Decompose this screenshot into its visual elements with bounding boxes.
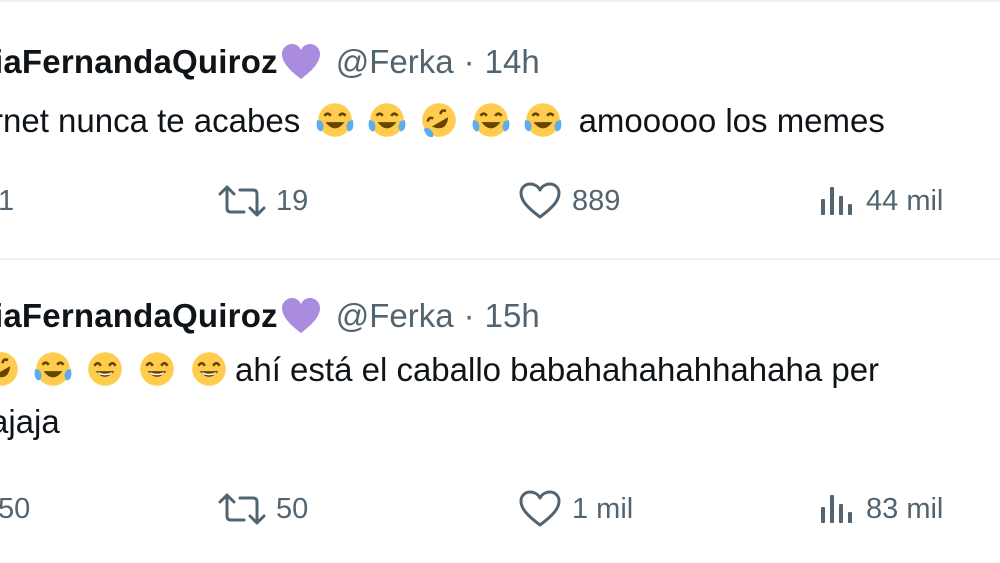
timestamp[interactable]: 15h xyxy=(485,296,540,336)
retweet-button[interactable]: 19 xyxy=(218,176,308,226)
views-icon xyxy=(821,495,852,523)
timestamp[interactable]: 14h xyxy=(485,42,540,82)
tears-of-joy-emoji-icon xyxy=(369,103,406,138)
tweet-text: ahí está el caballo babahahahahhahaha pe… xyxy=(0,344,879,396)
tweet-feed: iaFernandaQuiroz @Ferka · 14h rnet nunca… xyxy=(0,0,1000,563)
tweet-text-part: rnet nunca te acabes xyxy=(0,102,301,139)
handle[interactable]: @Ferka xyxy=(336,296,454,336)
grinning-squinting-emoji-icon xyxy=(88,352,122,387)
tweet[interactable]: iaFernandaQuiroz @Ferka · 15h ahí está e… xyxy=(0,260,1000,563)
reply-button[interactable]: 1 xyxy=(0,176,14,226)
rolling-laughing-emoji-icon xyxy=(0,352,18,387)
views-icon xyxy=(821,187,852,215)
reply-count: 1 xyxy=(0,184,15,217)
like-icon xyxy=(519,490,561,527)
like-icon xyxy=(519,182,561,219)
tears-of-joy-emoji-icon xyxy=(317,103,354,138)
tears-of-joy-emoji-icon xyxy=(525,103,562,138)
tweet[interactable]: iaFernandaQuiroz @Ferka · 14h rnet nunca… xyxy=(0,0,1000,258)
display-name[interactable]: iaFernandaQuiroz xyxy=(0,296,278,336)
like-count: 889 xyxy=(572,184,621,217)
display-name[interactable]: iaFernandaQuiroz xyxy=(0,42,278,82)
tweet-actions: 50 50 1 mil 83 mil xyxy=(0,484,1000,534)
tweet-header: iaFernandaQuiroz @Ferka · 15h xyxy=(0,296,540,336)
retweet-icon xyxy=(218,185,266,217)
tweet-text-line-2: ajaja xyxy=(0,403,60,440)
tweet-actions: 1 19 889 44 mil xyxy=(0,176,1000,226)
reply-button[interactable]: 50 xyxy=(0,484,30,534)
retweet-button[interactable]: 50 xyxy=(218,484,308,534)
views-button[interactable]: 44 mil xyxy=(816,176,943,226)
separator-dot: · xyxy=(463,43,475,80)
views-count: 44 mil xyxy=(866,184,944,217)
tweet-text: rnet nunca te acabes amooooo los memes xyxy=(0,95,885,147)
tears-of-joy-emoji-icon xyxy=(34,352,72,387)
handle[interactable]: @Ferka xyxy=(336,42,454,82)
tweet-text-part: ahí está el caballo babahahahahhahaha pe… xyxy=(235,351,880,388)
retweet-icon xyxy=(218,493,266,525)
separator-dot: · xyxy=(463,297,475,334)
retweet-count: 50 xyxy=(276,492,309,525)
views-count: 83 mil xyxy=(866,492,944,525)
reply-count: 50 xyxy=(0,492,31,525)
tweet-header: iaFernandaQuiroz @Ferka · 14h xyxy=(0,42,540,82)
retweet-count: 19 xyxy=(276,184,309,217)
like-button[interactable]: 1 mil xyxy=(518,484,633,534)
tweet-text-part: amooooo los memes xyxy=(578,102,885,139)
grinning-squinting-emoji-icon xyxy=(192,352,226,387)
purple-heart-icon xyxy=(281,44,320,79)
tears-of-joy-emoji-icon xyxy=(473,103,510,138)
like-button[interactable]: 889 xyxy=(518,176,620,226)
grinning-squinting-emoji-icon xyxy=(140,352,174,387)
purple-heart-icon xyxy=(281,298,320,333)
rolling-laughing-emoji-icon xyxy=(422,103,457,138)
views-button[interactable]: 83 mil xyxy=(816,484,943,534)
like-count: 1 mil xyxy=(572,492,634,525)
